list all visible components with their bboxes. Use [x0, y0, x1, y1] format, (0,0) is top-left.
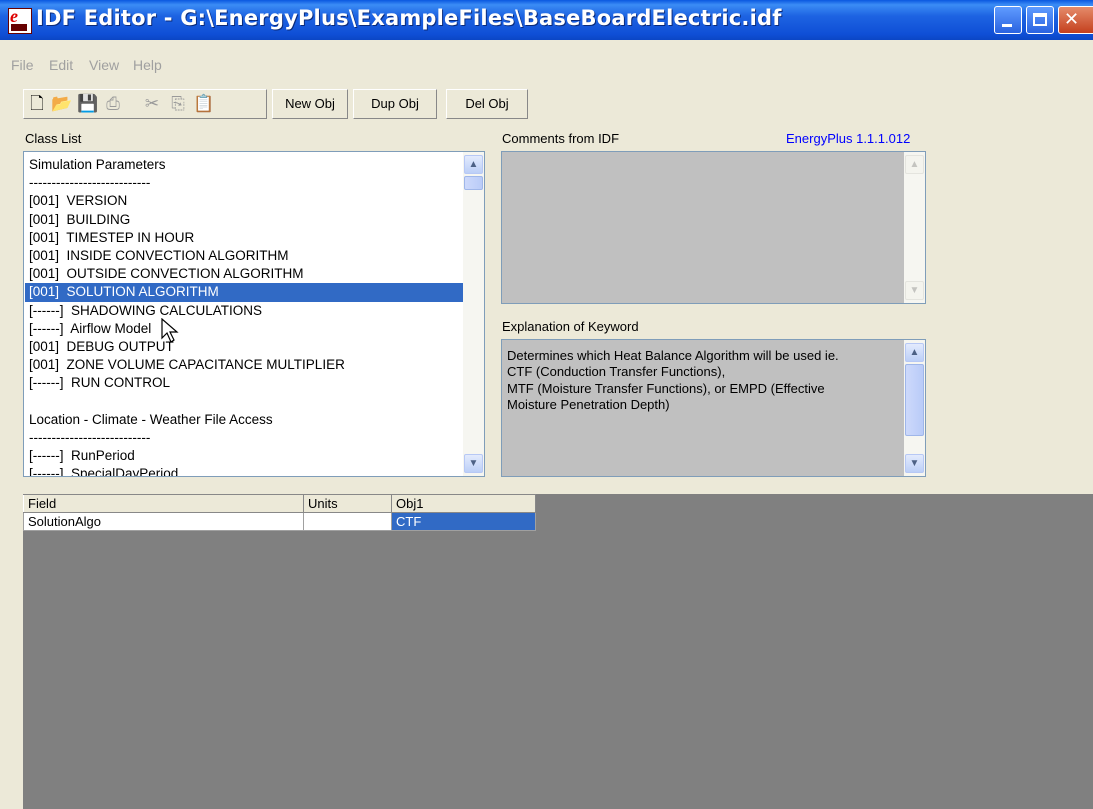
- list-item[interactable]: [001] INSIDE CONVECTION ALGORITHM: [25, 247, 465, 265]
- list-item[interactable]: [------] RUN CONTROL: [25, 374, 465, 392]
- dup-obj-button[interactable]: Dup Obj: [353, 89, 437, 119]
- minimize-icon: [1002, 24, 1012, 27]
- list-item[interactable]: [001] ZONE VOLUME CAPACITANCE MULTIPLIER: [25, 356, 465, 374]
- list-item[interactable]: [001] SOLUTION ALGORITHM: [25, 283, 465, 302]
- version-label: EnergyPlus 1.1.1.012: [786, 131, 911, 146]
- class-list-scrollbar[interactable]: ▲ ▼: [463, 152, 484, 476]
- scroll-up-button[interactable]: ▲: [905, 155, 924, 174]
- list-item[interactable]: Location - Climate - Weather File Access: [25, 411, 465, 429]
- chevron-down-icon: ▼: [909, 458, 920, 469]
- scroll-down-button[interactable]: ▼: [905, 454, 924, 473]
- list-item[interactable]: [------] SHADOWING CALCULATIONS: [25, 302, 465, 320]
- list-item[interactable]: [------] SpecialDayPeriod: [25, 465, 465, 476]
- menu-help[interactable]: Help: [133, 57, 162, 73]
- object-grid[interactable]: Field Units Obj1 SolutionAlgo CTF: [23, 494, 536, 531]
- list-item[interactable]: ---------------------------: [25, 174, 465, 192]
- list-item[interactable]: [25, 392, 465, 410]
- new-obj-button[interactable]: New Obj: [272, 89, 348, 119]
- maximize-button[interactable]: [1026, 6, 1054, 34]
- list-item[interactable]: [------] RunPeriod: [25, 447, 465, 465]
- paste-icon[interactable]: 📋: [193, 93, 215, 115]
- explanation-line: CTF (Conduction Transfer Functions),: [507, 364, 726, 380]
- scroll-up-button[interactable]: ▲: [464, 155, 483, 174]
- explanation-label: Explanation of Keyword: [502, 319, 639, 334]
- minimize-button[interactable]: [994, 6, 1022, 34]
- del-obj-button[interactable]: Del Obj: [446, 89, 528, 119]
- list-item[interactable]: [001] TIMESTEP IN HOUR: [25, 229, 465, 247]
- comments-scrollbar[interactable]: ▲ ▼: [904, 152, 925, 303]
- table-row: SolutionAlgo CTF: [23, 512, 536, 531]
- menu-bar: File Edit View Help: [0, 57, 1093, 79]
- menu-file[interactable]: File: [11, 57, 34, 73]
- units-column-header[interactable]: Units: [303, 494, 392, 513]
- chevron-up-icon: ▲: [468, 159, 479, 170]
- list-item[interactable]: Simulation Parameters: [25, 156, 465, 174]
- class-list[interactable]: Simulation Parameters -------------------…: [23, 151, 485, 477]
- chevron-down-icon: ▼: [468, 458, 479, 469]
- scroll-thumb[interactable]: [464, 176, 483, 190]
- menu-edit[interactable]: Edit: [49, 57, 73, 73]
- toolbar: 🗋 📂 💾 ⎙ ✂ ⎘ 📋 New Obj Dup Obj Del Obj: [0, 89, 1093, 121]
- units-cell[interactable]: [303, 512, 392, 531]
- mouse-cursor-icon: [161, 318, 179, 343]
- cut-icon[interactable]: ✂: [141, 93, 163, 115]
- app-icon[interactable]: e: [8, 6, 32, 34]
- explanation-line: Moisture Penetration Depth): [507, 397, 670, 413]
- scroll-up-button[interactable]: ▲: [905, 343, 924, 362]
- comments-label: Comments from IDF: [502, 131, 620, 146]
- field-name-cell[interactable]: SolutionAlgo: [23, 512, 304, 531]
- object-grid-area: Field Units Obj1 SolutionAlgo CTF: [23, 494, 1093, 809]
- list-item[interactable]: [001] OUTSIDE CONVECTION ALGORITHM: [25, 265, 465, 283]
- menu-view[interactable]: View: [89, 57, 119, 73]
- close-icon: ✕: [1064, 9, 1080, 30]
- scroll-down-button[interactable]: ▼: [905, 281, 924, 300]
- class-list-items: Simulation Parameters -------------------…: [25, 156, 465, 476]
- close-button[interactable]: ✕: [1058, 6, 1093, 34]
- window-title: IDF Editor - G:\EnergyPlus\ExampleFiles\…: [36, 6, 782, 30]
- explanation-line: MTF (Moisture Transfer Functions), or EM…: [507, 380, 825, 396]
- explanation-box[interactable]: Determines which Heat Balance Algorithm …: [501, 339, 926, 477]
- maximize-icon: [1033, 13, 1047, 26]
- explanation-text: Determines which Heat Balance Algorithm …: [507, 348, 892, 414]
- class-list-label: Class List: [25, 131, 82, 146]
- copy-icon[interactable]: ⎘: [167, 93, 189, 115]
- list-item[interactable]: [001] DEBUG OUTPUT: [25, 338, 465, 356]
- new-file-icon[interactable]: 🗋: [26, 93, 48, 115]
- obj1-column-header[interactable]: Obj1: [391, 494, 536, 513]
- list-item[interactable]: [------] Airflow Model: [25, 320, 465, 338]
- chevron-up-icon: ▲: [909, 159, 920, 170]
- obj1-value-cell[interactable]: CTF: [391, 512, 536, 531]
- list-item[interactable]: [001] VERSION: [25, 192, 465, 210]
- list-item[interactable]: ---------------------------: [25, 429, 465, 447]
- open-folder-icon[interactable]: 📂: [51, 93, 73, 115]
- print-icon[interactable]: ⎙: [102, 93, 124, 115]
- save-icon[interactable]: 💾: [77, 93, 99, 115]
- chevron-up-icon: ▲: [909, 347, 920, 358]
- scroll-down-button[interactable]: ▼: [464, 454, 483, 473]
- list-item[interactable]: [001] BUILDING: [25, 211, 465, 229]
- grid-header-row: Field Units Obj1: [23, 494, 536, 513]
- scroll-thumb[interactable]: [905, 364, 924, 436]
- field-column-header[interactable]: Field: [23, 494, 304, 513]
- chevron-down-icon: ▼: [909, 285, 920, 296]
- title-bar: e IDF Editor - G:\EnergyPlus\ExampleFile…: [0, 0, 1093, 40]
- icon-toolbar-group: 🗋 📂 💾 ⎙ ✂ ⎘ 📋: [23, 89, 267, 119]
- explanation-line: Determines which Heat Balance Algorithm …: [507, 348, 839, 363]
- explanation-scrollbar[interactable]: ▲ ▼: [904, 340, 925, 476]
- comments-box[interactable]: ▲ ▼: [501, 151, 926, 304]
